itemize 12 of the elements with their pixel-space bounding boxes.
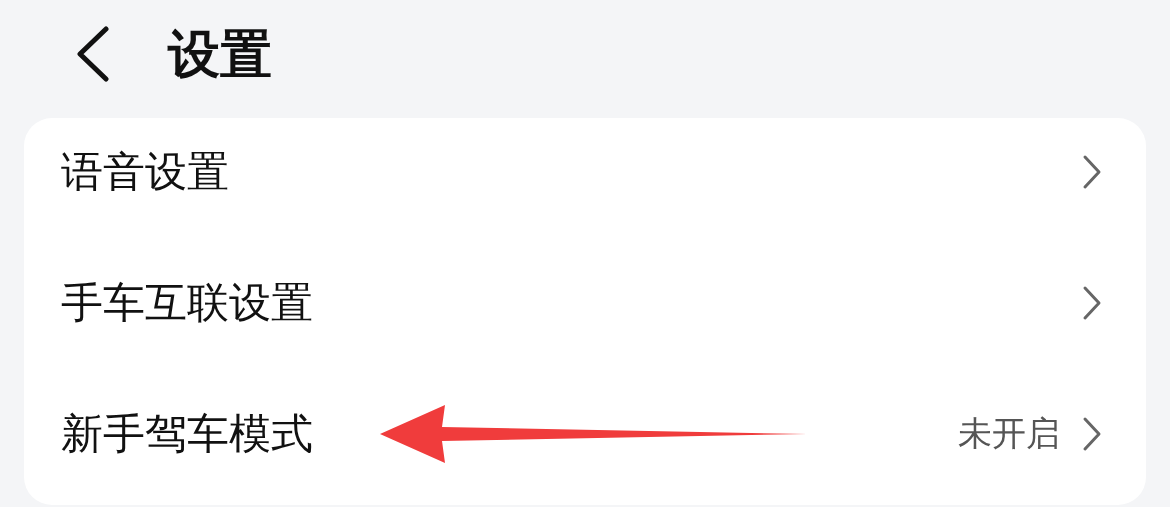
setting-label: 语音设置	[61, 146, 229, 198]
setting-value: 未开启	[958, 412, 1060, 455]
chevron-icon	[1082, 415, 1102, 452]
page-title: 设置	[168, 23, 272, 86]
back-icon	[74, 26, 110, 82]
settings-row[interactable]: 语音设置	[24, 118, 1146, 237]
chevron-icon	[1082, 284, 1102, 321]
chevron-icon	[1082, 153, 1102, 190]
settings-row[interactable]: 新手驾车模式 未开启	[24, 368, 1146, 499]
setting-label: 手车互联设置	[61, 277, 313, 329]
setting-label: 新手驾车模式	[61, 408, 313, 460]
settings-row[interactable]: 手车互联设置	[24, 237, 1146, 368]
